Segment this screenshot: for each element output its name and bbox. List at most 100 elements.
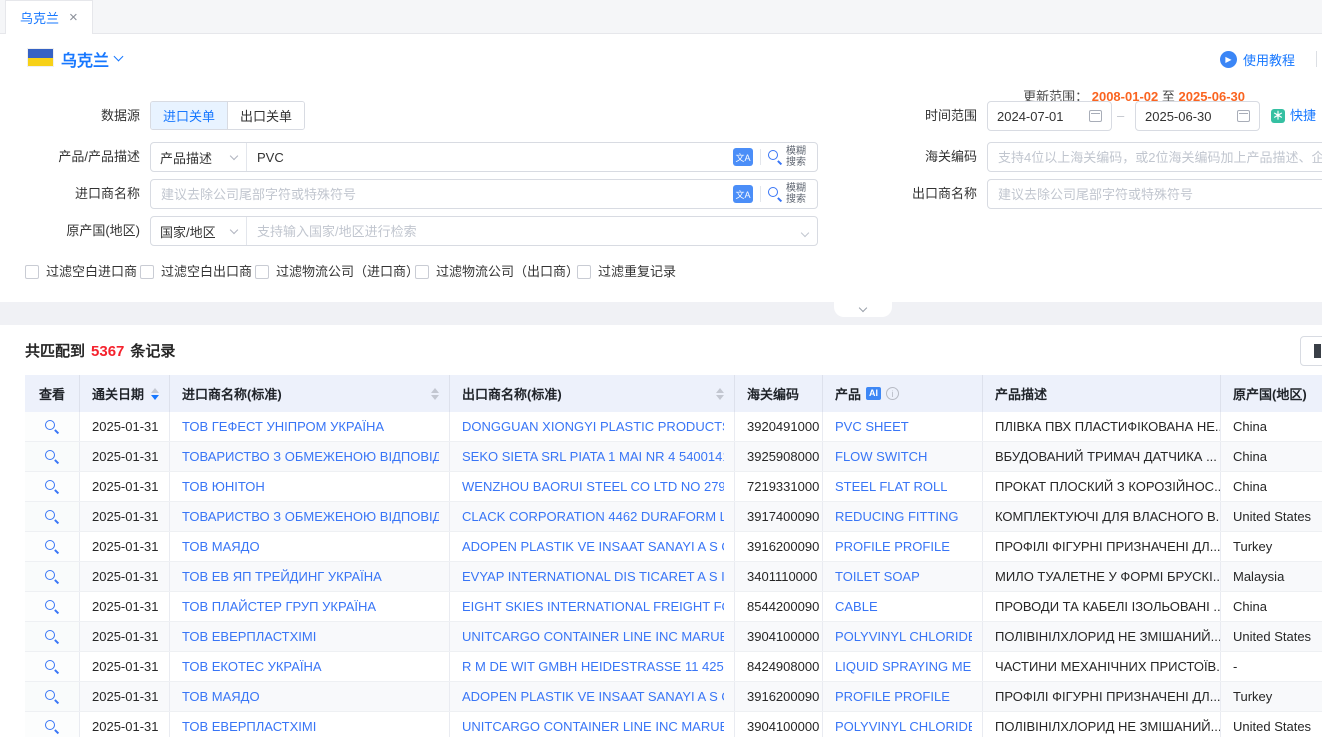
column-header-importer[interactable]: 进口商名称(标准) — [170, 375, 450, 412]
quick-range-button[interactable]: ＊ 快捷 — [1271, 101, 1316, 131]
importer-link[interactable]: ТОВ ЕВЕРПЛАСТХІМІ — [182, 629, 316, 644]
importer-link[interactable]: ТОВ ЕВ ЯП ТРЕЙДИНГ УКРАЇНА — [182, 569, 382, 584]
importer-link[interactable]: ТОВАРИСТВО З ОБМЕЖЕНОЮ ВІДПОВІД... — [182, 509, 439, 524]
origin-type-select[interactable]: 国家/地区 — [151, 217, 247, 245]
importer-link[interactable]: ТОВ ЕВЕРПЛАСТХІМІ — [182, 719, 316, 734]
cell-hs-code: 3904100000 — [735, 712, 823, 737]
checkbox-filter-logistics-importer[interactable]: 过滤物流公司（进口商） — [255, 263, 419, 281]
sort-icons[interactable] — [431, 388, 439, 400]
country-dropdown-icon[interactable] — [114, 52, 124, 62]
exporter-link[interactable]: ADOPEN PLASTIK VE INSAAT SANAYI A S O... — [462, 689, 724, 704]
collapse-filters-button[interactable] — [834, 302, 892, 317]
column-header-hs-code[interactable]: 海关编码 — [735, 375, 823, 412]
origin-dropdown-icon[interactable] — [802, 224, 808, 239]
hs-code-input[interactable] — [987, 142, 1322, 172]
checkbox-icon[interactable] — [255, 265, 269, 279]
column-header-exporter[interactable]: 出口商名称(标准) — [450, 375, 735, 412]
exporter-link[interactable]: EVYAP INTERNATIONAL DIS TICARET A S IS..… — [462, 569, 724, 584]
column-header-product[interactable]: 产品 AI i — [823, 375, 983, 412]
table-row: 2025-01-31 ТОВ ГЕФЕСТ УНІПРОМ УКРАЇНА DO… — [25, 412, 1322, 442]
end-date-input[interactable]: 2025-06-30 — [1135, 101, 1260, 131]
translate-icon[interactable]: 文A — [733, 148, 753, 166]
exporter-link[interactable]: UNITCARGO CONTAINER LINE INC MARUB... — [462, 629, 724, 644]
view-row-icon[interactable] — [45, 450, 59, 464]
tab-close-icon[interactable]: × — [69, 10, 78, 25]
product-link[interactable]: FLOW SWITCH — [835, 449, 927, 464]
view-row-icon[interactable] — [45, 420, 59, 434]
tutorial-link[interactable]: ▶ 使用教程 — [1220, 50, 1295, 69]
product-link[interactable]: PROFILE PROFILE — [835, 689, 950, 704]
origin-country-input[interactable] — [247, 217, 802, 245]
importer-link[interactable]: ТОВ МАЯДО — [182, 689, 260, 704]
column-header-view[interactable]: 查看 — [25, 375, 80, 412]
checkbox-filter-blank-exporter[interactable]: 过滤空白出口商 — [140, 263, 252, 281]
view-row-icon[interactable] — [45, 570, 59, 584]
checkbox-filter-blank-importer[interactable]: 过滤空白进口商 — [25, 263, 137, 281]
checkbox-filter-duplicates[interactable]: 过滤重复记录 — [577, 263, 676, 281]
sort-icons[interactable] — [151, 388, 159, 400]
exporter-link[interactable]: UNITCARGO CONTAINER LINE INC MARUB... — [462, 719, 724, 734]
importer-link[interactable]: ТОВ ЮНІТОН — [182, 479, 265, 494]
column-header-origin[interactable]: 原产国(地区) — [1221, 375, 1322, 412]
exporter-link[interactable]: DONGGUAN XIONGYI PLASTIC PRODUCTS ... — [462, 419, 724, 434]
checkbox-icon[interactable] — [140, 265, 154, 279]
product-link[interactable]: CABLE — [835, 599, 878, 614]
product-type-select[interactable]: 产品描述 — [151, 143, 247, 171]
calendar-icon[interactable] — [1089, 110, 1102, 122]
product-link[interactable]: PROFILE PROFILE — [835, 539, 950, 554]
table-row: 2025-01-31 ТОВАРИСТВО З ОБМЕЖЕНОЮ ВІДПОВ… — [25, 442, 1322, 472]
view-row-icon[interactable] — [45, 660, 59, 674]
translate-icon[interactable]: 文A — [733, 185, 753, 203]
importer-link[interactable]: ТОВ МАЯДО — [182, 539, 260, 554]
checkbox-icon[interactable] — [415, 265, 429, 279]
view-row-icon[interactable] — [45, 540, 59, 554]
toolbar-button-partial[interactable] — [1300, 336, 1322, 366]
cell-origin: Turkey — [1221, 682, 1322, 711]
checkbox-icon[interactable] — [25, 265, 39, 279]
importer-link[interactable]: ТОВАРИСТВО З ОБМЕЖЕНОЮ ВІДПОВІД... — [182, 449, 439, 464]
importer-link[interactable]: ТОВ ГЕФЕСТ УНІПРОМ УКРАЇНА — [182, 419, 384, 434]
exporter-link[interactable]: R M DE WIT GMBH HEIDESTRASSE 11 4254... — [462, 659, 724, 674]
checkbox-icon[interactable] — [577, 265, 591, 279]
exporter-link[interactable]: EIGHT SKIES INTERNATIONAL FREIGHT FOR... — [462, 599, 724, 614]
exporter-link[interactable]: CLACK CORPORATION 4462 DURAFORM L... — [462, 509, 724, 524]
export-declarations-option[interactable]: 出口关单 — [227, 102, 304, 129]
import-declarations-option[interactable]: 进口关单 — [151, 102, 227, 129]
fuzzy-search-button[interactable]: 模糊搜索 — [768, 183, 810, 205]
product-link[interactable]: REDUCING FITTING — [835, 509, 959, 524]
table-row: 2025-01-31 ТОВ ЕКОТЕС УКРАЇНА R M DE WIT… — [25, 652, 1322, 682]
view-row-icon[interactable] — [45, 510, 59, 524]
column-header-date[interactable]: 通关日期 — [80, 375, 170, 412]
product-link[interactable]: TOILET SOAP — [835, 569, 920, 584]
start-date-input[interactable]: 2024-07-01 — [987, 101, 1112, 131]
product-link[interactable]: STEEL FLAT ROLL — [835, 479, 947, 494]
column-header-description[interactable]: 产品描述 — [983, 375, 1221, 412]
view-row-icon[interactable] — [45, 690, 59, 704]
exporter-link[interactable]: ADOPEN PLASTIK VE INSAAT SANAYI A S O... — [462, 539, 724, 554]
view-row-icon[interactable] — [45, 720, 59, 734]
checkbox-filter-logistics-exporter[interactable]: 过滤物流公司（出口商） — [415, 263, 579, 281]
importer-link[interactable]: ТОВ ПЛАЙСТЕР ГРУП УКРАЇНА — [182, 599, 376, 614]
importer-name-input[interactable] — [151, 180, 733, 208]
product-link[interactable]: LIQUID SPRAYING ME... — [835, 659, 972, 674]
view-row-icon[interactable] — [45, 630, 59, 644]
tab-ukraine[interactable]: 乌克兰 × — [5, 0, 93, 34]
country-title[interactable]: 乌克兰 — [61, 47, 109, 71]
fuzzy-search-button[interactable]: 模糊搜索 — [768, 146, 810, 168]
product-link[interactable]: PVC SHEET — [835, 419, 909, 434]
sort-icons[interactable] — [716, 388, 724, 400]
product-link[interactable]: POLYVINYL CHLORIDE — [835, 719, 972, 734]
exporter-link[interactable]: WENZHOU BAORUI STEEL CO LTD NO 2792... — [462, 479, 724, 494]
importer-link[interactable]: ТОВ ЕКОТЕС УКРАЇНА — [182, 659, 322, 674]
view-row-icon[interactable] — [45, 600, 59, 614]
product-link[interactable]: POLYVINYL CHLORIDE — [835, 629, 972, 644]
exporter-link[interactable]: SEKO SIETA SRL PIATA 1 MAI NR 4 5400141 … — [462, 449, 724, 464]
view-row-icon[interactable] — [45, 480, 59, 494]
time-range-label: 时间范围 — [837, 101, 977, 131]
result-prefix: 共匹配到 — [25, 343, 85, 360]
product-search-input[interactable] — [247, 143, 733, 171]
info-icon[interactable]: i — [886, 387, 899, 400]
calendar-icon[interactable] — [1237, 110, 1250, 122]
exporter-name-input[interactable] — [987, 179, 1322, 209]
table-row: 2025-01-31 ТОВ ЕВЕРПЛАСТХІМІ UNITCARGO C… — [25, 622, 1322, 652]
